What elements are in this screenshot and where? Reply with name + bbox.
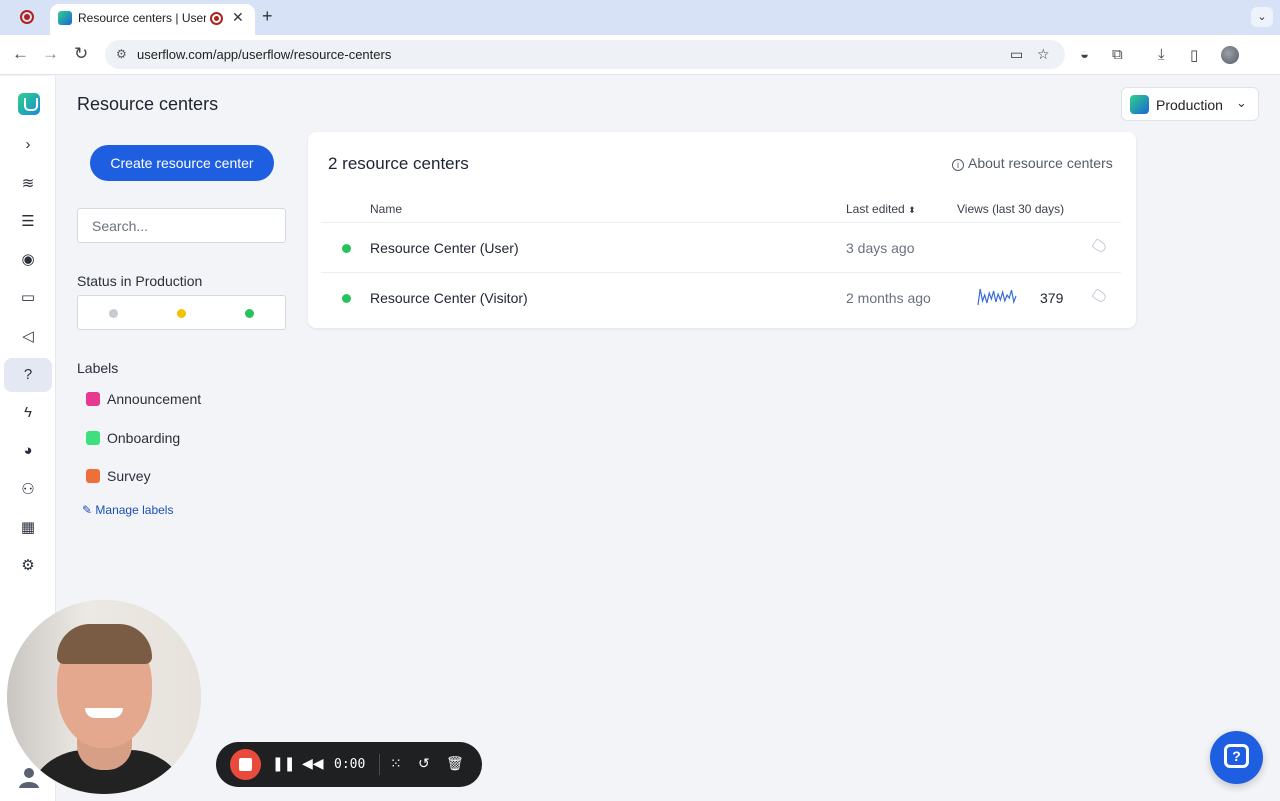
status-filter (77, 295, 286, 330)
chevron-down-icon[interactable]: ⌄ (1251, 7, 1273, 27)
last-edited: 3 days ago (846, 240, 915, 256)
column-header-text: Last edited (846, 202, 905, 216)
column-header-views[interactable]: Views (last 30 days) (957, 202, 1064, 216)
views-sparkline (977, 288, 1017, 306)
stop-icon[interactable] (230, 749, 261, 780)
download-icon[interactable]: ⤓ (1158, 46, 1165, 63)
search-input[interactable] (77, 208, 286, 243)
sort-icon: ⬍ (908, 205, 916, 215)
launchers-icon[interactable]: ◉ (4, 243, 52, 277)
labels-heading: Labels (77, 360, 119, 376)
analytics-icon[interactable]: ◕ (4, 434, 52, 468)
trash-icon[interactable]: 🗑 (446, 755, 464, 772)
record-icon[interactable] (20, 10, 34, 24)
webcam-bubble[interactable] (7, 600, 201, 794)
users-icon[interactable]: ⚇ (4, 473, 52, 507)
page-title: Resource centers (77, 94, 219, 114)
companies-icon[interactable]: ▦ (4, 511, 52, 545)
recording-indicator-icon (210, 12, 223, 25)
actions-icon[interactable]: ϟ (4, 396, 52, 430)
browser-tabbar: Resource centers | Userflow ✕ + ⌄ (0, 0, 1280, 35)
column-header-name[interactable]: Name (370, 202, 402, 216)
site-settings-icon[interactable]: ⚙ (116, 47, 130, 61)
userflow-logo[interactable] (18, 93, 40, 115)
status-dot (342, 294, 351, 303)
url-text: userflow.com/app/userflow/resource-cente… (137, 47, 392, 62)
label-text: Onboarding (107, 430, 181, 446)
status-changed-toggle[interactable] (177, 309, 186, 318)
table-row[interactable]: Resource Center (User) 3 days ago (321, 222, 1121, 272)
webcam-person-smile (85, 708, 123, 718)
tab-title: Resource centers | Userflow (78, 11, 206, 25)
chevron-right-icon[interactable]: › (4, 128, 52, 162)
help-bubble-icon: ? (1224, 744, 1249, 768)
forward-icon[interactable]: → (42, 44, 59, 64)
checklists-icon[interactable]: ☰ (4, 205, 52, 239)
star-icon[interactable]: ☆ (1037, 46, 1050, 63)
label-text: Announcement (107, 391, 202, 407)
status-heading: Status in Production (77, 273, 203, 289)
column-header-last-edited[interactable]: Last edited ⬍ (846, 202, 916, 216)
table-row[interactable]: Resource Center (Visitor) 2 months ago 3… (321, 272, 1121, 322)
address-bar[interactable]: ⚙ userflow.com/app/userflow/resource-cen… (105, 40, 1065, 69)
browser-tab[interactable]: Resource centers | Userflow ✕ (50, 4, 255, 35)
tag-icon[interactable] (1091, 288, 1108, 304)
divider (379, 754, 380, 775)
flows-icon[interactable]: ≋ (4, 167, 52, 201)
banners-icon[interactable]: ▭ (4, 281, 52, 315)
grid-icon[interactable]: ⁙ (390, 755, 402, 772)
extension-icon[interactable]: ◒ (1080, 46, 1089, 63)
sparkline-line (977, 288, 1017, 306)
resource-center-icon[interactable]: ? (4, 358, 52, 392)
recording-controls: ❚❚ ◀◀ 0:00 ⁙ ↺ 🗑 (216, 742, 482, 787)
environment-logo (1130, 95, 1149, 114)
tag-icon[interactable] (1091, 238, 1108, 254)
puzzle-icon[interactable]: ⧉ (1112, 46, 1123, 63)
manage-labels-text: Manage labels (95, 503, 174, 517)
camera-icon[interactable]: ▭ (1010, 46, 1023, 63)
pause-icon[interactable]: ❚❚ (272, 755, 295, 772)
sidepanel-icon[interactable]: ▯ (1190, 46, 1198, 64)
rewind-icon[interactable]: ◀◀ (302, 755, 324, 772)
resource-center-name[interactable]: Resource Center (User) (370, 240, 519, 256)
status-live-toggle[interactable] (245, 309, 254, 318)
views-count: 379 (1040, 290, 1064, 306)
label-color-swatch (86, 431, 100, 445)
about-link-text: About resource centers (968, 155, 1113, 171)
status-draft-toggle[interactable] (109, 309, 118, 318)
pencil-icon: ✎ (82, 503, 93, 517)
close-icon[interactable]: ✕ (232, 9, 244, 26)
reload-icon[interactable]: ↻ (74, 44, 88, 64)
plus-icon[interactable]: + (262, 6, 273, 27)
manage-labels-link[interactable]: ✎ Manage labels (82, 503, 173, 517)
environment-select[interactable]: Production ⌄ (1121, 87, 1259, 121)
label-color-swatch (86, 469, 100, 483)
label-color-swatch (86, 392, 100, 406)
profile-avatar[interactable] (1221, 46, 1239, 64)
chevron-down-icon: ⌄ (1236, 95, 1247, 110)
info-icon: i (952, 159, 964, 171)
userflow-favicon-icon (58, 11, 72, 25)
table-title: 2 resource centers (328, 154, 469, 173)
recording-time: 0:00 (334, 757, 366, 772)
back-icon[interactable]: ← (12, 44, 29, 64)
status-dot (342, 244, 351, 253)
create-resource-center-button[interactable]: Create resource center (90, 145, 274, 181)
settings-icon[interactable]: ⚙ (4, 549, 52, 583)
resource-center-launcher[interactable]: ? (1210, 731, 1263, 784)
environment-label: Production (1156, 97, 1223, 113)
about-resource-centers-link[interactable]: i About resource centers (952, 155, 1113, 171)
resource-centers-table: 2 resource centers i About resource cente… (308, 132, 1136, 328)
announcements-icon[interactable]: ◁ (4, 320, 52, 354)
webcam-person-hair (57, 624, 152, 664)
label-text: Survey (107, 468, 151, 484)
restart-icon[interactable]: ↺ (418, 755, 430, 772)
last-edited: 2 months ago (846, 290, 931, 306)
browser-toolbar: ← → ↻ ⚙ userflow.com/app/userflow/resour… (0, 35, 1280, 75)
resource-center-name[interactable]: Resource Center (Visitor) (370, 290, 528, 306)
